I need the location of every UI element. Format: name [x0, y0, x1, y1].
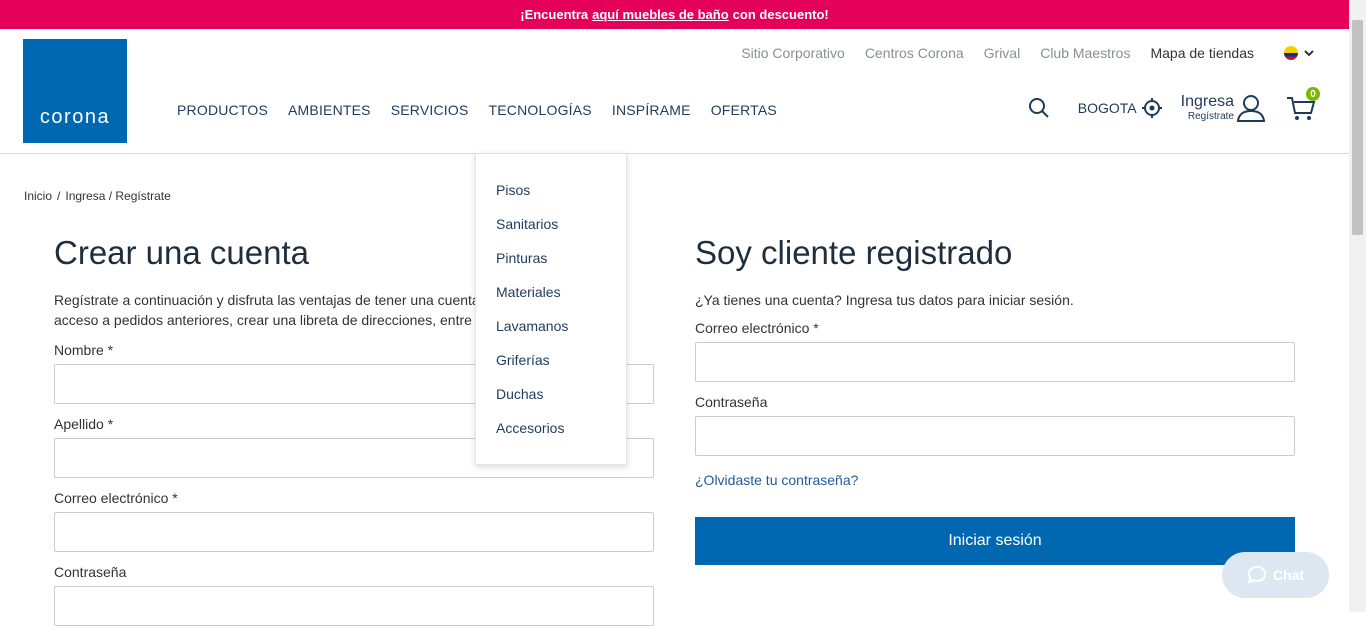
nav-tecnologias[interactable]: TECNOLOGÍAS: [489, 102, 592, 118]
chat-bubble-icon: [1247, 565, 1266, 584]
header-tools: BOGOTA Ingresa Regístrate 0: [1028, 87, 1320, 123]
menu-item-sanitarios[interactable]: Sanitarios: [476, 214, 626, 248]
nav-ofertas[interactable]: OFERTAS: [711, 102, 777, 118]
chevron-down-icon: [1304, 50, 1314, 57]
country-selector[interactable]: [1274, 46, 1316, 60]
search-icon[interactable]: [1028, 97, 1050, 119]
login-email-field[interactable]: [695, 342, 1295, 382]
location-target-icon: [1141, 98, 1162, 118]
menu-item-materiales[interactable]: Materiales: [476, 282, 626, 316]
colombia-flag-icon: [1284, 46, 1298, 60]
menu-item-duchas[interactable]: Duchas: [476, 384, 626, 418]
breadcrumb: Inicio / Ingresa / Regístrate: [24, 189, 171, 203]
top-link-corporativo[interactable]: Sitio Corporativo: [741, 45, 845, 61]
nav-ambientes[interactable]: AMBIENTES: [288, 102, 371, 118]
logo-text: corona: [39, 106, 111, 128]
chat-button[interactable]: Chat: [1222, 552, 1329, 598]
cart-count-badge: 0: [1306, 87, 1320, 101]
top-link-grival[interactable]: Grival: [984, 45, 1021, 61]
city-selector[interactable]: BOGOTA: [1078, 97, 1163, 119]
menu-item-pisos[interactable]: Pisos: [476, 180, 626, 214]
top-link-centros[interactable]: Centros Corona: [865, 45, 964, 61]
nav-servicios[interactable]: SERVICIOS: [391, 102, 469, 118]
register-email-label: Correo electrónico *: [54, 490, 178, 506]
menu-item-pinturas[interactable]: Pinturas: [476, 248, 626, 282]
top-links: Sitio Corporativo Centros Corona Grival …: [741, 45, 1316, 61]
register-password-field[interactable]: [54, 586, 654, 626]
top-link-mapa[interactable]: Mapa de tiendas: [1150, 45, 1254, 61]
corona-logo[interactable]: corona: [23, 39, 127, 143]
promo-link[interactable]: aquí muebles de baño: [592, 7, 729, 22]
scrollbar-thumb[interactable]: [1352, 20, 1363, 235]
login-password-field[interactable]: [695, 416, 1295, 456]
user-icon: [1236, 95, 1266, 122]
city-label: BOGOTA: [1077, 100, 1137, 116]
nav-productos[interactable]: PRODUCTOS: [177, 102, 268, 118]
login-main-label: Ingresa: [1180, 93, 1234, 110]
page-scrollbar[interactable]: [1349, 0, 1366, 612]
login-submit-button[interactable]: Iniciar sesión: [695, 517, 1295, 565]
nav-inspirame[interactable]: INSPÍRAME: [612, 102, 691, 118]
main-nav: PRODUCTOS AMBIENTES SERVICIOS TECNOLOGÍA…: [177, 102, 777, 118]
menu-item-accesorios[interactable]: Accesorios: [476, 418, 626, 452]
register-password-label: Contraseña: [54, 564, 127, 580]
breadcrumb-current: Ingresa / Regístrate: [65, 189, 171, 203]
account-login[interactable]: Ingresa Regístrate: [1181, 94, 1266, 122]
promo-suffix: con descuento!: [732, 7, 829, 22]
site-header: corona Sitio Corporativo Centros Corona …: [0, 29, 1349, 154]
promo-banner: ¡Encuentra aquí muebles de baño con desc…: [0, 0, 1349, 29]
menu-item-griferias[interactable]: Griferías: [476, 350, 626, 384]
login-password-label: Contraseña: [695, 394, 768, 410]
login-email-label: Correo electrónico *: [695, 320, 819, 336]
forgot-password-link[interactable]: ¿Olvidaste tu contraseña?: [695, 472, 858, 488]
promo-prefix: ¡Encuentra: [520, 7, 589, 22]
chat-label: Chat: [1272, 567, 1305, 583]
login-intro: ¿Ya tienes una cuenta? Ingresa tus datos…: [695, 292, 1074, 308]
menu-item-lavamanos[interactable]: Lavamanos: [476, 316, 626, 350]
login-sub-label: Regístrate: [1187, 111, 1234, 122]
products-dropdown-menu: Pisos Sanitarios Pinturas Materiales Lav…: [475, 153, 627, 465]
top-link-club[interactable]: Club Maestros: [1040, 45, 1130, 61]
login-section: Soy cliente registrado ¿Ya tienes una cu…: [695, 232, 1295, 565]
cart-button[interactable]: 0: [1286, 87, 1320, 123]
login-title: Soy cliente registrado: [695, 234, 1013, 271]
register-email-field[interactable]: [54, 512, 654, 552]
breadcrumb-home[interactable]: Inicio: [24, 189, 52, 203]
